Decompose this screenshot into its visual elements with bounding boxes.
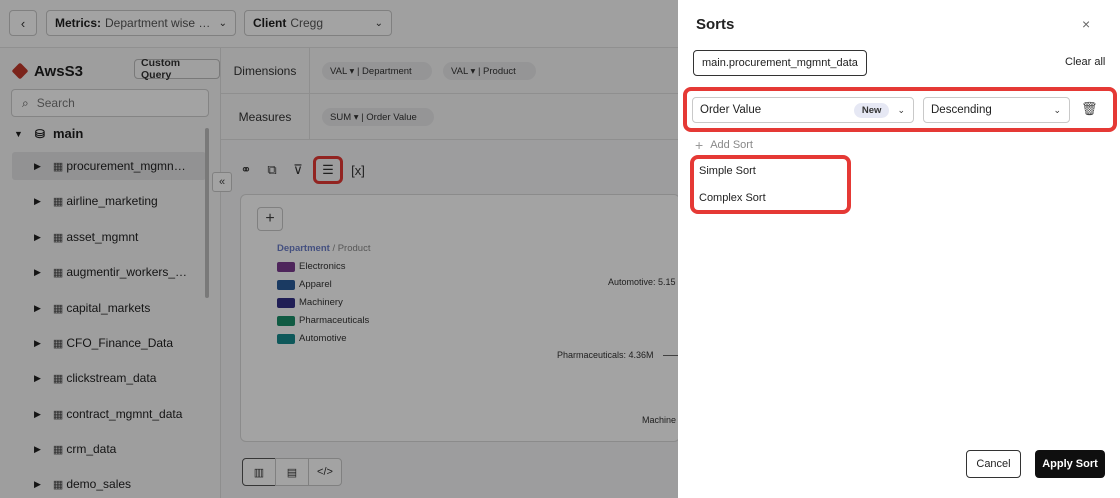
apply-sort-button[interactable]: Apply Sort <box>1035 450 1105 478</box>
add-sort-menu <box>690 155 851 214</box>
plus-icon: + <box>695 137 704 153</box>
cancel-button[interactable]: Cancel <box>966 450 1021 478</box>
add-sort-label: Add Sort <box>710 139 753 151</box>
chevron-down-icon: ⌄ <box>1053 104 1061 115</box>
sort-field-select[interactable]: Order Value New ⌄ <box>692 97 914 123</box>
sort-direction-select[interactable]: Descending ⌄ <box>923 97 1070 123</box>
table-chip[interactable]: main.procurement_mgmnt_data <box>693 50 867 76</box>
sorts-panel: Sorts × main.procurement_mgmnt_data Clea… <box>678 0 1120 498</box>
menu-item-simple-sort[interactable]: Simple Sort <box>699 165 756 177</box>
trash-icon[interactable]: 🗑 <box>1081 101 1098 117</box>
new-badge: New <box>853 102 890 118</box>
clear-all-button[interactable]: Clear all <box>1065 56 1105 68</box>
modal-backdrop[interactable] <box>0 0 678 498</box>
chevron-down-icon: ⌄ <box>897 104 905 115</box>
panel-title: Sorts <box>696 16 735 33</box>
close-icon[interactable]: × <box>1082 16 1090 32</box>
sort-field-value: Order Value <box>700 104 762 116</box>
menu-item-complex-sort[interactable]: Complex Sort <box>699 192 766 204</box>
add-sort-button[interactable]: + Add Sort <box>695 137 753 153</box>
sort-direction-value: Descending <box>931 104 992 116</box>
